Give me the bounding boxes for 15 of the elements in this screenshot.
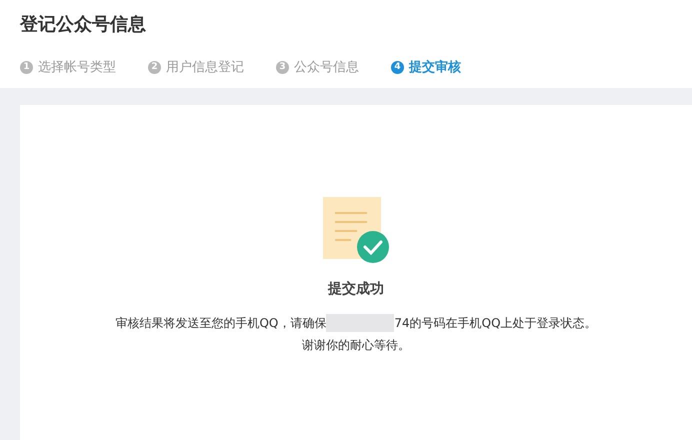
step-number: 4: [391, 61, 404, 74]
step-tab[interactable]: 1 选择帐号类型: [20, 58, 116, 78]
redaction-patch: [326, 314, 394, 332]
step-number: 3: [276, 61, 289, 74]
step-tab[interactable]: 2 用户信息登记: [148, 58, 244, 78]
step-number: 2: [148, 61, 161, 74]
step-tab[interactable]: 3 公众号信息: [276, 58, 359, 78]
message-text: 审核结果将发送至您的手机QQ，请确保: [115, 315, 326, 332]
step-tab[interactable]: 4 提交审核: [391, 58, 461, 78]
thanks-text: 谢谢你的耐心等待。: [301, 337, 411, 354]
step-number: 1: [20, 61, 33, 74]
message-text: 74的号码在手机QQ上处于登录状态。: [394, 315, 597, 332]
page-title: 登记公众号信息: [20, 13, 147, 37]
document-check-icon: [321, 195, 391, 265]
result-title: 提交成功: [326, 280, 385, 299]
